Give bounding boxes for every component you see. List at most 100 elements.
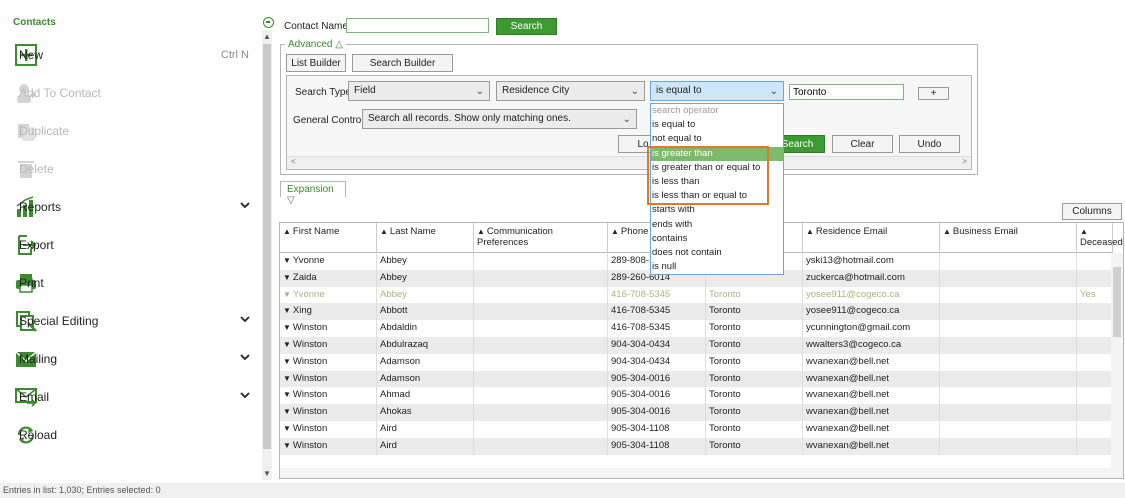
table-cell: wvanexan@bell.net (803, 421, 940, 438)
operator-value: is equal to (656, 85, 702, 96)
expand-row-icon[interactable]: ▼ (283, 306, 291, 315)
table-cell: ▼ Yvonne (280, 253, 377, 270)
expand-row-icon[interactable]: ▼ (283, 357, 291, 366)
sidebar-item-mailing[interactable]: Mailing (14, 344, 254, 374)
sidebar-item-special-editing[interactable]: Special Editing (14, 306, 254, 336)
table-cell (940, 303, 1077, 321)
sidebar-item-print[interactable]: Print (14, 268, 254, 298)
table-row[interactable]: ▼ Yvonne Abbey 416-708-5345 Toronto yosee911@… (280, 286, 1113, 304)
collapse-icon[interactable] (263, 17, 274, 28)
main-scrollbar[interactable]: ▲ ▼ (262, 30, 272, 480)
sidebar-item-duplicate[interactable]: Duplicate (14, 116, 254, 146)
sidebar-item-label: Export (19, 238, 54, 252)
search-type-select[interactable]: Field ⌄ (348, 81, 490, 101)
table-cell: ▼ Winston (280, 353, 377, 371)
columns-button[interactable]: Columns (1062, 203, 1122, 220)
search-button[interactable]: Search (496, 18, 557, 35)
expansion-toggle[interactable]: Expansion ▽ (280, 181, 346, 206)
table-cell (474, 353, 608, 371)
expand-row-icon[interactable]: ▼ (283, 290, 291, 299)
scroll-down-icon[interactable]: ▼ (262, 469, 272, 478)
table-cell (474, 286, 608, 304)
scroll-right-icon[interactable]: > (962, 157, 967, 166)
table-cell: Abbey (377, 269, 474, 287)
operator-select[interactable]: is equal to ⌄ (650, 81, 784, 101)
table-cell: ▼ Winston (280, 387, 377, 405)
expand-row-icon[interactable]: ▼ (283, 407, 291, 416)
column-header-business-email[interactable]: ▲ Business Email (940, 223, 1077, 253)
column-header-communication[interactable]: ▲ Communication Preferences (474, 223, 608, 253)
table-cell: 416-708-5345 (608, 320, 706, 337)
operator-option[interactable]: does not contain (651, 246, 783, 260)
scroll-thumb[interactable] (1113, 267, 1121, 337)
table-horizontal-scrollbar[interactable] (280, 468, 1112, 478)
operator-option[interactable]: is null (651, 260, 783, 274)
add-criteria-button[interactable]: + (918, 87, 949, 100)
table-row[interactable]: ▼ Winston Adamson 905-304-0016 Toronto wvanex… (280, 370, 1113, 388)
column-header-last-name[interactable]: ▲ Last Name (377, 223, 474, 253)
sidebar-item-export[interactable]: Export (14, 230, 254, 260)
table-cell: wwalters3@cogeco.ca (803, 337, 940, 354)
table-cell: 904-304-0434 (608, 337, 706, 354)
expand-row-icon[interactable]: ▼ (283, 323, 291, 332)
sidebar-title: Contacts (13, 17, 56, 28)
operator-option[interactable]: is greater than or equal to (651, 161, 783, 175)
contact-name-input[interactable] (346, 18, 489, 33)
general-control-select[interactable]: Search all records. Show only matching o… (362, 109, 637, 129)
sidebar-item-label: New (19, 48, 44, 62)
expand-row-icon[interactable]: ▼ (283, 374, 291, 383)
table-row[interactable]: ▼ Winston Ahokas 905-304-0016 Toronto wvanexa… (280, 404, 1113, 421)
table-row[interactable]: ▼ Winston Aird 905-304-1108 Toronto wvanexan@… (280, 421, 1113, 438)
column-header-first-name[interactable]: ▲ First Name (280, 223, 377, 253)
sidebar-item-add-to-contact[interactable]: Add To Contact (14, 78, 254, 108)
field-value: Residence City (502, 85, 570, 96)
sidebar-item-label: Print (19, 276, 44, 290)
operator-option[interactable]: starts with (651, 203, 783, 217)
operator-option[interactable]: is greater than (651, 146, 783, 161)
sidebar-item-delete[interactable]: Delete (14, 154, 254, 184)
field-select[interactable]: Residence City ⌄ (496, 81, 645, 101)
operator-option[interactable]: is equal to (651, 118, 783, 132)
table-cell: ▼ Zaida (280, 269, 377, 287)
table-row[interactable]: ▼ Winston Adamson 904-304-0434 Toronto wvanex… (280, 353, 1113, 371)
sidebar-item-reports[interactable]: Reports (14, 192, 254, 222)
table-cell (1077, 387, 1113, 405)
expand-row-icon[interactable]: ▼ (283, 441, 291, 450)
scroll-left-icon[interactable]: < (291, 157, 296, 166)
table-cell: Abbey (377, 286, 474, 304)
search-builder-button[interactable]: Search Builder (352, 54, 453, 72)
advanced-toggle[interactable]: Advanced △ (285, 39, 346, 50)
general-control-label: General Control: (293, 115, 367, 126)
table-vertical-scrollbar[interactable] (1111, 253, 1123, 478)
operator-option[interactable]: is less than or equal to (651, 189, 783, 203)
column-header-residence-email[interactable]: ▲ Residence Email (803, 223, 940, 253)
sidebar-item-new[interactable]: New Ctrl N (14, 40, 254, 70)
table-cell: Toronto (706, 337, 803, 354)
table-row[interactable]: ▼ Winston Abdaldin 416-708-5345 Toronto ycunn… (280, 320, 1113, 337)
operator-option[interactable]: contains (651, 232, 783, 246)
criteria-input[interactable] (789, 84, 904, 100)
scroll-up-icon[interactable]: ▲ (262, 32, 272, 41)
table-row[interactable]: ▼ Winston Aird 905-304-1108 Toronto wvanexan@… (280, 437, 1113, 455)
operator-option[interactable]: not equal to (651, 132, 783, 146)
expand-row-icon[interactable]: ▼ (283, 273, 291, 282)
expand-row-icon[interactable]: ▼ (283, 340, 291, 349)
expand-row-icon[interactable]: ▼ (283, 390, 291, 399)
clear-button[interactable]: Clear (832, 135, 893, 153)
table-row[interactable]: ▼ Xing Abbott 416-708-5345 Toronto yosee911@c… (280, 303, 1113, 321)
table-cell: Toronto (706, 303, 803, 321)
sidebar-item-email[interactable]: Email (14, 382, 254, 412)
table-cell (474, 337, 608, 354)
scroll-thumb[interactable] (263, 44, 271, 449)
column-header-deceased[interactable]: ▲Deceased (1077, 223, 1123, 253)
table-row[interactable]: ▼ Winston Abdulrazaq 904-304-0434 Toronto wwa… (280, 337, 1113, 354)
panel-horizontal-scrollbar[interactable]: < > (287, 156, 971, 168)
operator-option[interactable]: is less than (651, 175, 783, 189)
operator-option[interactable]: ends with (651, 218, 783, 232)
undo-button[interactable]: Undo (899, 135, 960, 153)
list-builder-button[interactable]: List Builder (286, 54, 346, 72)
sidebar-item-reload[interactable]: Reload (14, 420, 254, 450)
expand-row-icon[interactable]: ▼ (283, 424, 291, 433)
expand-row-icon[interactable]: ▼ (283, 256, 291, 265)
table-row[interactable]: ▼ Winston Ahmad 905-304-0016 Toronto wvanexan… (280, 387, 1113, 405)
